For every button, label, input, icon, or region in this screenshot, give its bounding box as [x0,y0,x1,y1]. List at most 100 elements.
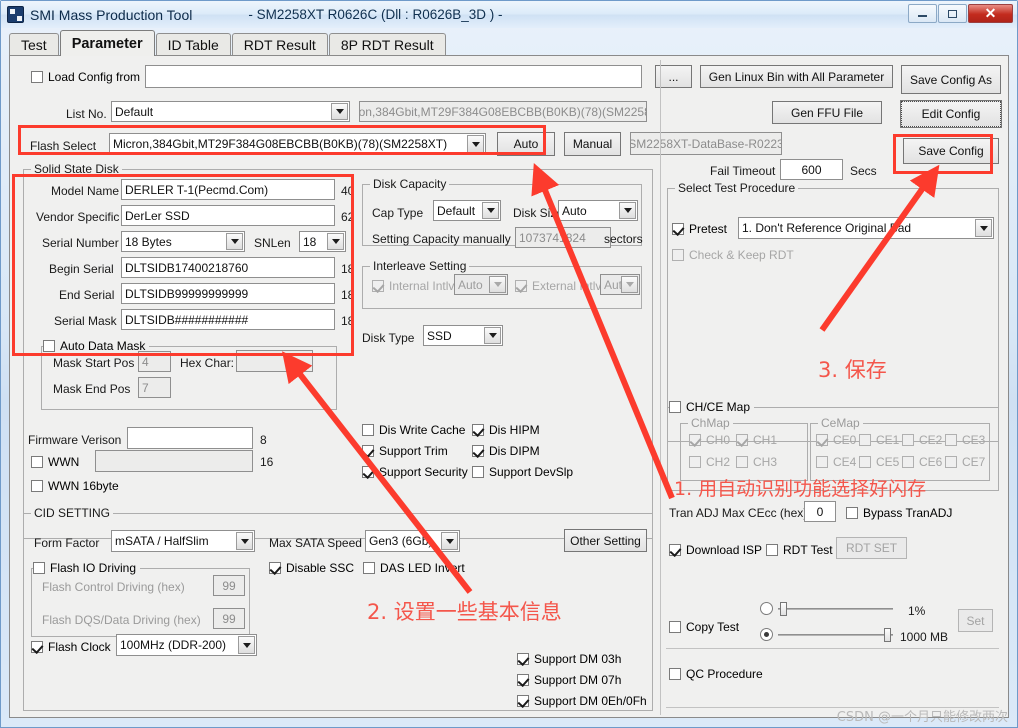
chevron-down-icon[interactable] [327,233,344,250]
support-dm-07h-checkbox[interactable]: Support DM 07h [517,673,621,687]
external-intlv-checkbox[interactable]: External Intlv [515,279,601,293]
dis-dipm-checkbox[interactable]: Dis DIPM [472,444,540,458]
check-keep-rdt-checkbox[interactable]: Check & Keep RDT [672,248,794,262]
ce3-checkbox[interactable]: CE3 [945,433,985,447]
tab-parameter[interactable]: Parameter [59,30,155,56]
wwn-16byte-checkbox[interactable]: WWN 16byte [31,479,119,493]
minimize-button[interactable] [908,4,937,23]
vendor-specific-input[interactable]: DerLer SSD [121,205,335,226]
chevron-down-icon[interactable] [619,202,636,219]
rdt-set-button[interactable]: RDT SET [836,537,907,559]
chevron-down-icon[interactable] [482,202,499,219]
chevron-down-icon[interactable] [489,276,506,293]
ce2-checkbox[interactable]: CE2 [902,433,942,447]
chevron-down-icon[interactable] [484,327,501,344]
pretest-checkbox[interactable]: Pretest [672,222,727,236]
copy-test-set-button[interactable]: Set [958,609,993,632]
ch0-checkbox[interactable]: CH0 [689,433,730,447]
support-security-checkbox[interactable]: Support Security [362,465,468,479]
chevron-down-icon[interactable] [441,532,458,550]
max-sata-speed-combo[interactable]: Gen3 (6Gb) [365,530,460,552]
ce6-checkbox[interactable]: CE6 [902,455,942,469]
chevron-down-icon[interactable] [226,233,243,250]
flash-io-driving-checkbox[interactable]: Flash IO Driving [33,561,141,575]
rdt-test-checkbox[interactable]: RDT Test [766,543,833,557]
edit-config-button[interactable]: Edit Config [900,100,1002,128]
hex-char-input[interactable] [236,350,313,372]
wwn-input[interactable] [95,450,253,472]
ch2-checkbox[interactable]: CH2 [689,455,730,469]
chevron-down-icon[interactable] [238,636,255,654]
support-dm-0eh-0fh-checkbox[interactable]: Support DM 0Eh/0Fh [517,694,647,708]
support-trim-checkbox[interactable]: Support Trim [362,444,448,458]
form-factor-combo[interactable]: mSATA / HalfSlim [111,530,255,552]
internal-intlv-checkbox[interactable]: Internal Intlv [372,279,454,293]
internal-intlv-combo[interactable]: Auto [454,274,508,295]
ce0-checkbox[interactable]: CE0 [816,433,856,447]
mask-start-pos-input[interactable]: 4 [138,351,171,372]
pretest-combo[interactable]: 1. Don't Reference Original Bad [738,217,994,239]
chevron-down-icon[interactable] [975,219,992,237]
disable-ssc-checkbox[interactable]: Disable SSC [269,561,354,575]
copy-test-checkbox[interactable]: Copy Test [669,620,739,634]
ch3-checkbox[interactable]: CH3 [736,455,777,469]
cap-type-combo[interactable]: Default [433,200,501,221]
load-config-path-input[interactable] [145,65,642,88]
end-serial-input[interactable]: DLTSIDB99999999999 [121,283,335,304]
tab-id-table[interactable]: ID Table [155,33,231,56]
tab-test[interactable]: Test [9,33,59,56]
flash-clock-checkbox[interactable]: Flash Clock [31,640,111,654]
dis-write-cache-checkbox[interactable]: Dis Write Cache [362,423,465,437]
tab-rdt-result[interactable]: RDT Result [231,33,328,56]
mask-end-pos-input[interactable]: 7 [138,377,171,398]
close-button[interactable]: ✕ [968,4,1013,23]
model-name-input[interactable]: DERLER T-1(Pecmd.Com) [121,179,335,200]
auto-button[interactable]: Auto [497,132,555,156]
list-no-combo[interactable]: Default [111,101,350,122]
copy-test-size-radio[interactable] [760,628,773,641]
setting-capacity-input[interactable]: 1073741824 [515,227,611,248]
ce5-checkbox[interactable]: CE5 [859,455,899,469]
chevron-down-icon[interactable] [236,532,253,550]
copy-test-percent-radio[interactable] [760,602,773,615]
copy-test-size-slider[interactable] [778,628,893,642]
snlen-combo[interactable]: 18 [299,231,346,252]
gen-linux-bin-button[interactable]: Gen Linux Bin with All Parameter [700,65,893,88]
begin-serial-input[interactable]: DLTSIDB17400218760 [121,257,335,278]
tranadj-max-cecc-input[interactable]: 0 [804,501,836,522]
ce7-checkbox[interactable]: CE7 [945,455,985,469]
ce1-checkbox[interactable]: CE1 [859,433,899,447]
bypass-tranadj-checkbox[interactable]: Bypass TranADJ [846,506,952,520]
copy-test-percent-slider[interactable] [778,602,893,616]
ce4-checkbox[interactable]: CE4 [816,455,856,469]
fail-timeout-input[interactable]: 600 [780,159,843,180]
disk-size-combo[interactable]: Auto [558,200,638,221]
support-devslp-checkbox[interactable]: Support DevSlp [472,465,573,479]
chevron-down-icon[interactable] [621,276,638,293]
save-config-as-button[interactable]: Save Config As [901,65,1001,94]
save-config-button[interactable]: Save Config [903,138,999,164]
external-intlv-combo[interactable]: Auto [600,274,640,295]
manual-button[interactable]: Manual [564,132,621,156]
das-led-invert-checkbox[interactable]: DAS LED Invert [363,561,465,575]
firmware-version-input[interactable] [127,427,253,449]
chevron-down-icon[interactable] [331,103,348,120]
slider-thumb[interactable] [780,602,787,616]
slider-thumb[interactable] [884,628,891,642]
load-config-from-checkbox[interactable]: Load Config from [31,70,140,84]
ch1-checkbox[interactable]: CH1 [736,433,777,447]
chce-map-checkbox[interactable]: CH/CE Map [669,400,755,414]
other-setting-button[interactable]: Other Setting [564,529,647,552]
serial-number-combo[interactable]: 18 Bytes [121,231,245,252]
flash-control-driving-input[interactable]: 99 [213,575,245,596]
qc-procedure-checkbox[interactable]: QC Procedure [669,667,763,681]
chevron-down-icon[interactable] [467,135,484,153]
flash-clock-combo[interactable]: 100MHz (DDR-200) [116,634,257,656]
gen-ffu-file-button[interactable]: Gen FFU File [772,101,882,124]
disk-type-combo[interactable]: SSD [423,325,503,346]
wwn-checkbox[interactable]: WWN [31,455,79,469]
dis-hipm-checkbox[interactable]: Dis HIPM [472,423,540,437]
support-dm-03h-checkbox[interactable]: Support DM 03h [517,652,621,666]
flash-select-combo[interactable]: Micron,384Gbit,MT29F384G08EBCBB(B0KB)(78… [109,133,486,155]
serial-mask-input[interactable]: DLTSIDB########### [121,309,335,330]
